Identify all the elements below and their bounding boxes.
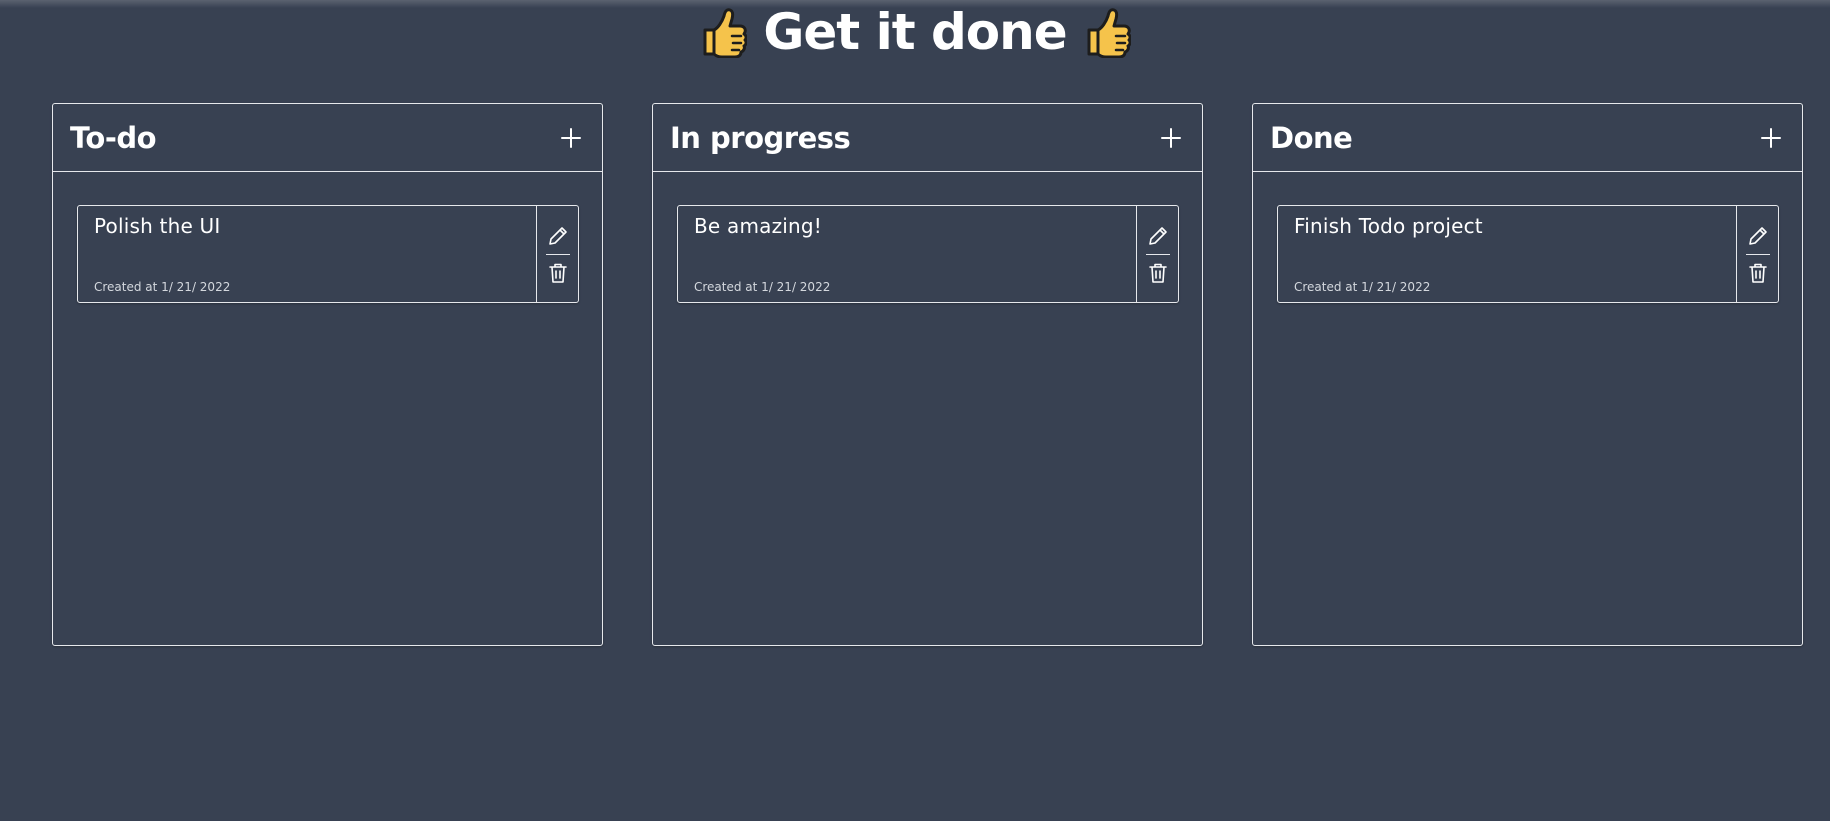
- card-body: Polish the UI Created at 1/ 21/ 2022: [78, 206, 536, 302]
- app-header: Get it done: [0, 0, 1830, 64]
- card-actions: [536, 206, 578, 302]
- board-in-progress: In progress Be amazing! Created at 1/ 21…: [652, 103, 1203, 646]
- card-text: Be amazing!: [694, 214, 823, 238]
- task-card[interactable]: Finish Todo project Created at 1/ 21/ 20…: [1277, 205, 1779, 303]
- add-card-button[interactable]: [1756, 123, 1786, 153]
- card-actions: [1136, 206, 1178, 302]
- trash-icon: [548, 263, 567, 283]
- app-title: Get it done: [763, 3, 1067, 61]
- delete-button[interactable]: [1743, 258, 1773, 288]
- delete-button[interactable]: [543, 258, 573, 288]
- board-done: Done Finish Todo project Created at 1/ 2…: [1252, 103, 1803, 646]
- plus-icon: [1761, 127, 1781, 148]
- trash-icon: [1748, 263, 1767, 283]
- card-actions: [1736, 206, 1778, 302]
- task-card[interactable]: Polish the UI Created at 1/ 21/ 2022: [77, 205, 579, 303]
- board-title: In progress: [670, 120, 851, 155]
- card-text: Finish Todo project: [1294, 214, 1483, 238]
- edit-button[interactable]: [1743, 221, 1773, 251]
- board-title: To-do: [70, 120, 157, 155]
- pencil-icon: [1748, 226, 1767, 245]
- task-card[interactable]: Be amazing! Created at 1/ 21/ 2022: [677, 205, 1179, 303]
- card-text: Polish the UI: [94, 214, 221, 238]
- card-body: Finish Todo project Created at 1/ 21/ 20…: [1278, 206, 1736, 302]
- edit-button[interactable]: [543, 221, 573, 251]
- pencil-icon: [548, 226, 567, 245]
- board-header: Done: [1253, 104, 1802, 172]
- board-title: Done: [1270, 120, 1353, 155]
- card-date: Created at 1/ 21/ 2022: [94, 280, 231, 294]
- plus-icon: [1161, 127, 1181, 148]
- card-date: Created at 1/ 21/ 2022: [1294, 280, 1431, 294]
- add-card-button[interactable]: [1156, 123, 1186, 153]
- card-body: Be amazing! Created at 1/ 21/ 2022: [678, 206, 1136, 302]
- delete-button[interactable]: [1143, 258, 1173, 288]
- board-todo: To-do Polish the UI Created at 1/ 21/ 20…: [52, 103, 603, 646]
- edit-button[interactable]: [1143, 221, 1173, 251]
- card-date: Created at 1/ 21/ 2022: [694, 280, 831, 294]
- action-divider: [1145, 253, 1170, 255]
- plus-icon: [561, 127, 581, 148]
- action-divider: [545, 253, 570, 255]
- pencil-icon: [1148, 226, 1167, 245]
- add-card-button[interactable]: [556, 123, 586, 153]
- thumbs-up-icon: [1087, 8, 1131, 58]
- action-divider: [1745, 253, 1770, 255]
- board-header: In progress: [653, 104, 1202, 172]
- thumbs-up-icon: [703, 8, 748, 58]
- board-header: To-do: [53, 104, 602, 172]
- trash-icon: [1148, 263, 1167, 283]
